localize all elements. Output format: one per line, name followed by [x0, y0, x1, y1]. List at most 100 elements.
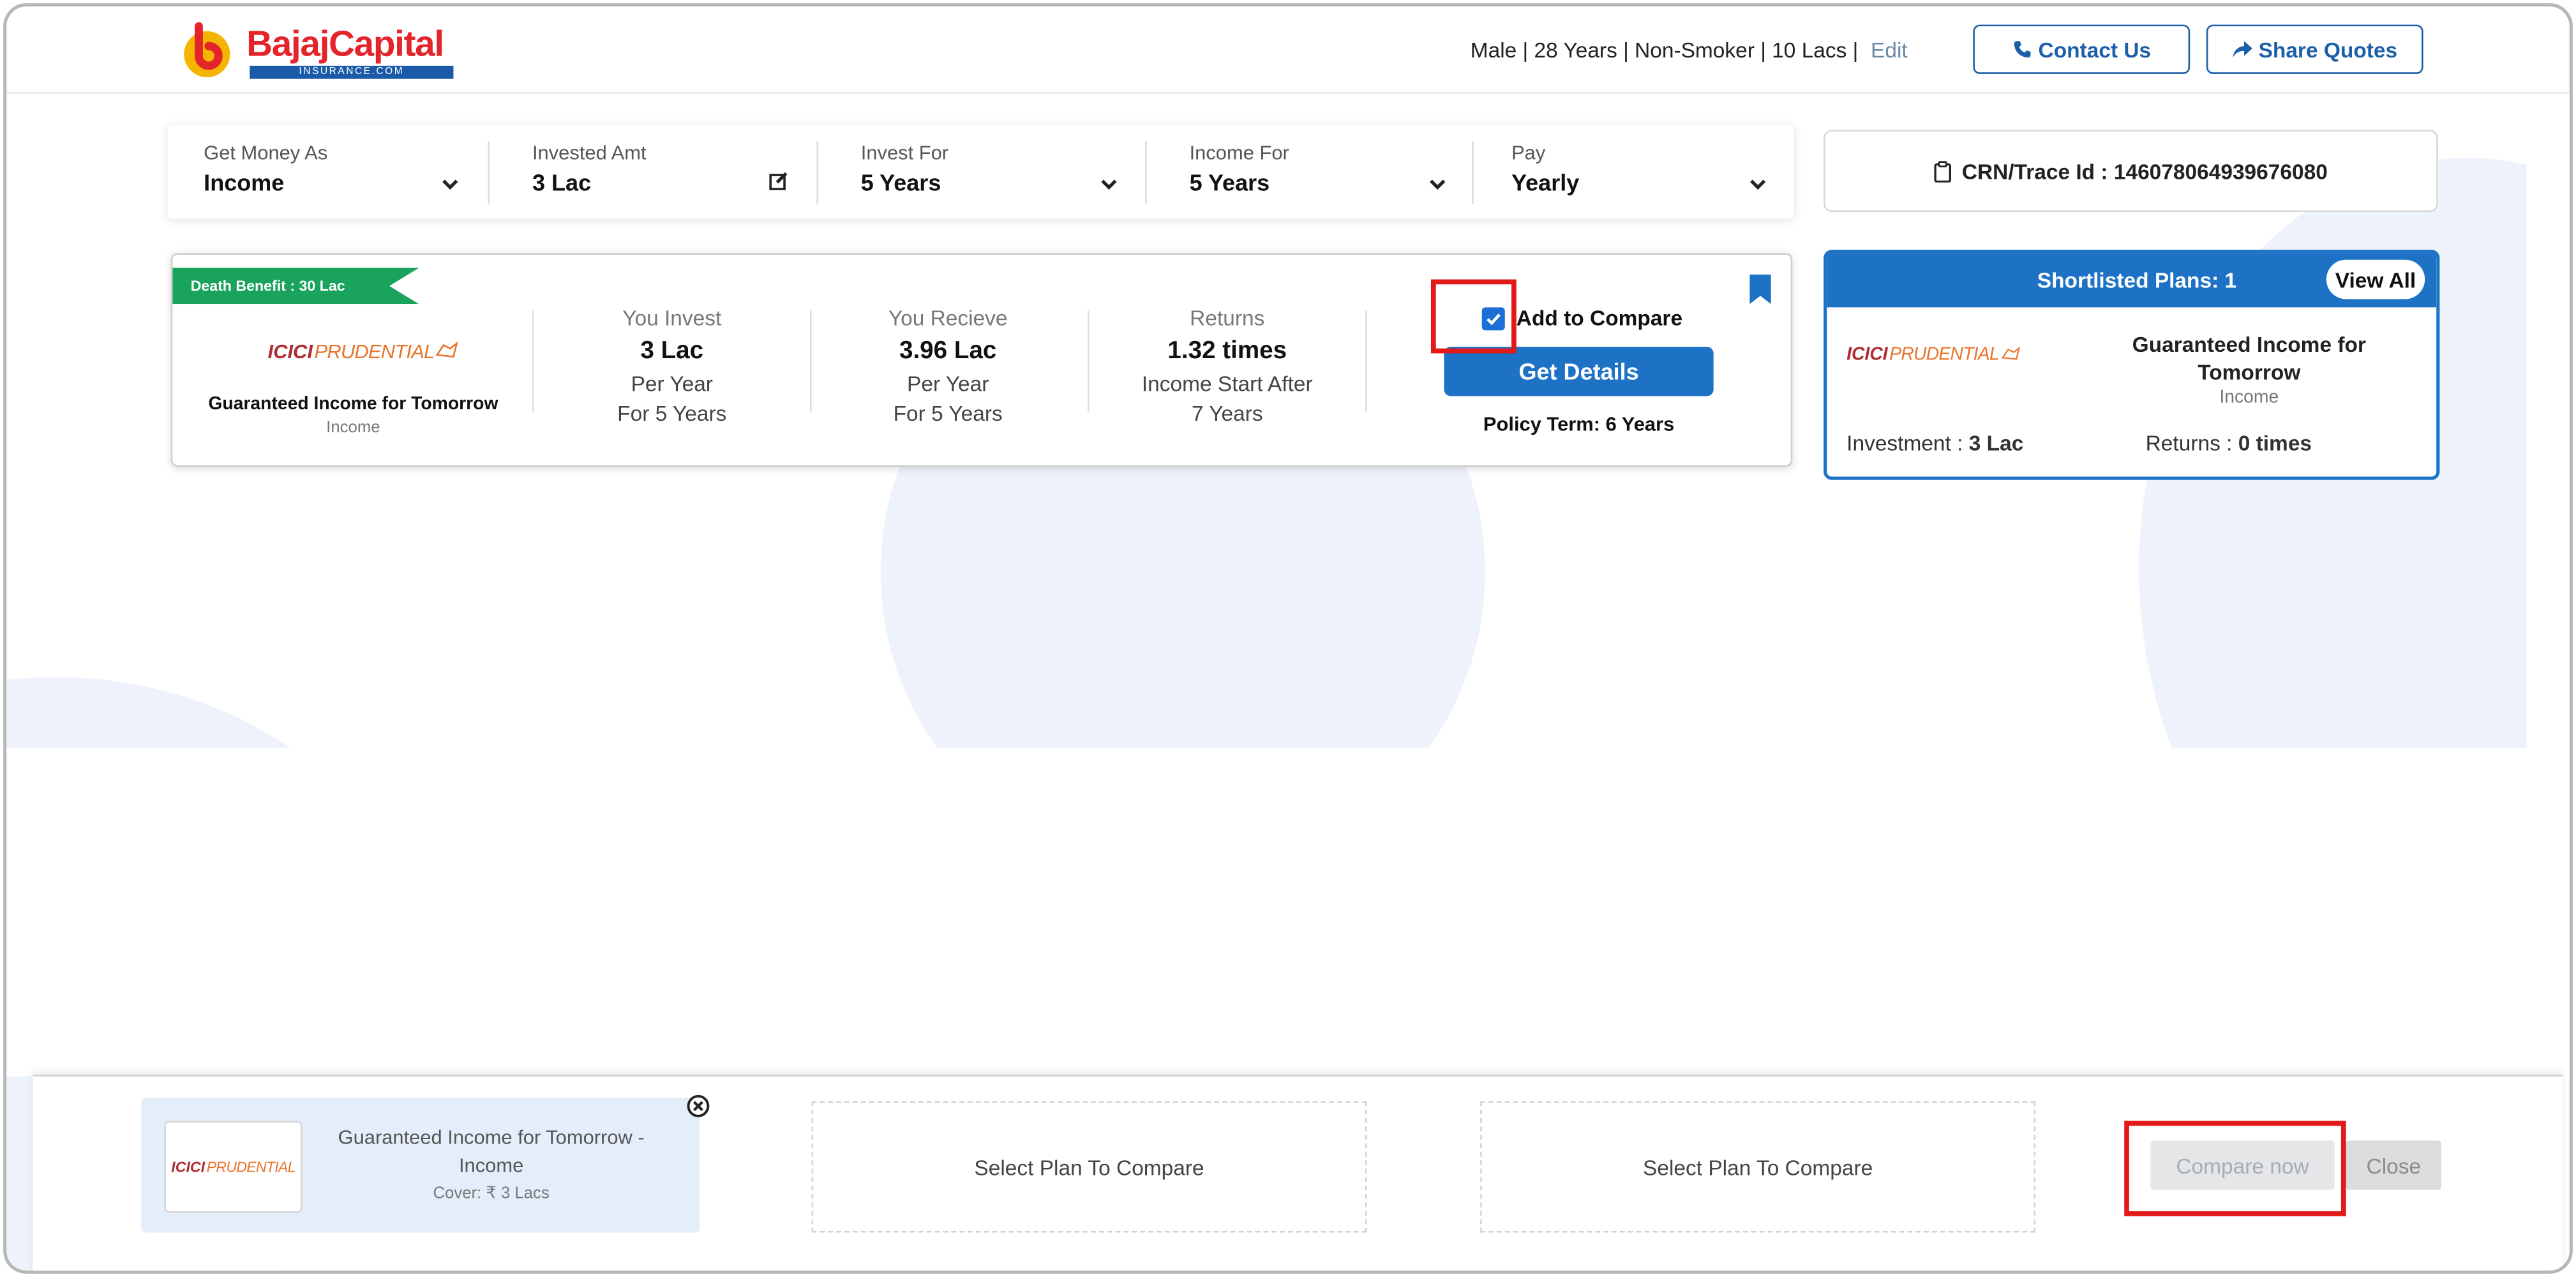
shortlisted-plan-name-line2: Tomorrow [2198, 359, 2301, 385]
insurer-logo-part-2: PRUDENTIAL [314, 340, 435, 363]
contact-us-label: Contact Us [2038, 36, 2152, 62]
share-icon [2232, 40, 2252, 57]
bookmark-icon[interactable] [1749, 274, 1771, 305]
filter-income-for[interactable]: Income For 5 Years [1190, 141, 1456, 204]
crn-trace-id: CRN/Trace Id : 146078064939676080 [1823, 130, 2438, 213]
shortlisted-plan-name[interactable]: Guaranteed Income for Tomorrow [2116, 330, 2382, 386]
shortlisted-title: Shortlisted Plans: 1 [2037, 268, 2237, 293]
bg-mask [6, 748, 2570, 1077]
top-header: BajajCapital INSURANCE.COM Male | 28 Yea… [6, 6, 2570, 94]
insurer-logo-part-2: PRUDENTIAL [1889, 345, 1999, 365]
filter-label: Invest For [860, 141, 949, 165]
filter-value: 5 Years [1189, 169, 1270, 196]
filter-get-money-as[interactable]: Get Money As Income [204, 141, 467, 204]
you-receive-frequency: Per Year [907, 371, 989, 397]
you-invest-value: 3 Lac [640, 336, 704, 365]
card-divider [532, 310, 534, 413]
browser-frame: BajajCapital INSURANCE.COM Male | 28 Yea… [3, 3, 2573, 1274]
filter-label: Invested Amt [532, 141, 647, 165]
bg-mask-right [2526, 92, 2570, 1078]
card-divider [1365, 310, 1367, 413]
chevron-down-icon [442, 179, 458, 190]
returns-label: Returns : [2145, 430, 2238, 455]
close-compare-button[interactable]: Close [2346, 1140, 2441, 1190]
filter-divider [816, 141, 818, 204]
insurer-logo: ICICI PRUDENTIAL [171, 1158, 296, 1175]
death-benefit-ribbon: Death Benefit : 30 Lac [172, 268, 419, 305]
filter-invest-for[interactable]: Invest For 5 Years [861, 141, 1127, 204]
returns-value: 1.32 times [1167, 336, 1287, 365]
filter-pay[interactable]: Pay Yearly [1511, 141, 1778, 204]
you-invest-duration: For 5 Years [617, 401, 727, 426]
phone-icon [2013, 41, 2030, 58]
you-receive-duration: For 5 Years [893, 401, 1003, 426]
edit-icon[interactable] [769, 171, 789, 191]
compare-slot-title-line2: Income [458, 1153, 524, 1177]
you-invest-column: You Invest 3 Lac Per Year For 5 Years [550, 304, 793, 429]
highlight-compare-now [2124, 1121, 2346, 1216]
chevron-down-icon [1101, 179, 1117, 190]
get-details-button[interactable]: Get Details [1444, 347, 1714, 397]
investment-value: 3 Lac [1968, 430, 2024, 455]
you-receive-column: You Recieve 3.96 Lac Per Year For 5 Year… [827, 304, 1070, 429]
chevron-down-icon [1430, 179, 1446, 190]
card-divider [1087, 310, 1090, 413]
share-quotes-button[interactable]: Share Quotes [2206, 24, 2423, 74]
bajaj-logo-icon[interactable] [177, 20, 237, 79]
shortlisted-plans-panel: Shortlisted Plans: 1 View All ICICI PRUD… [1823, 250, 2440, 480]
view-all-button[interactable]: View All [2326, 259, 2425, 299]
returns-label: Returns [1190, 305, 1265, 331]
plan-name[interactable]: Guaranteed Income for Tomorrow [172, 395, 534, 414]
insurer-logo-part-1: ICICI [1846, 345, 1888, 365]
contact-us-button[interactable]: Contact Us [1973, 24, 2190, 74]
filter-invested-amount[interactable]: Invested Amt 3 Lac [532, 141, 795, 204]
insurer-logo-part-2: PRUDENTIAL [206, 1158, 296, 1175]
plan-type: Income [326, 419, 380, 437]
filter-divider [488, 141, 490, 204]
filter-label: Income For [1189, 141, 1289, 165]
add-to-compare-label[interactable]: Add to Compare [1516, 306, 1682, 331]
highlight-add-to-compare [1430, 279, 1516, 354]
filter-value: Income [204, 169, 285, 196]
share-quotes-label: Share Quotes [2258, 36, 2398, 62]
filter-value: Yearly [1511, 169, 1580, 196]
plan-card: Death Benefit : 30 Lac ICICI PRUDENTIAL … [170, 253, 1793, 467]
compare-slot-logo: ICICI PRUDENTIAL [164, 1121, 303, 1213]
filter-bar: Get Money As Income Invested Amt 3 Lac I… [167, 125, 1794, 219]
compare-slot-3[interactable]: Select Plan To Compare [1480, 1101, 2036, 1233]
you-receive-value: 3.96 Lac [899, 336, 997, 365]
filter-value: 3 Lac [532, 169, 592, 196]
brand-name[interactable]: BajajCapital [246, 23, 444, 66]
returns-column: Returns 1.32 times Income Start After 7 … [1102, 304, 1352, 429]
investment-label: Investment : [1846, 430, 1969, 455]
returns-value: 0 times [2238, 430, 2312, 455]
brand-subtitle: INSURANCE.COM [250, 65, 454, 79]
insurer-logo: ICICI PRUDENTIAL [1846, 345, 2020, 365]
filter-divider [1145, 141, 1147, 204]
clipboard-icon [1934, 160, 1952, 182]
filter-label: Get Money As [204, 141, 328, 165]
insurer-logo: ICICI PRUDENTIAL [268, 340, 460, 363]
compare-slot-title: Guaranteed Income for Tomorrow - Income [315, 1124, 667, 1181]
compare-slot-title-line1: Guaranteed Income for Tomorrow - [338, 1126, 645, 1149]
page: BajajCapital INSURANCE.COM Male | 28 Yea… [0, 0, 2576, 1277]
filter-label: Pay [1511, 141, 1546, 165]
remove-plan-icon[interactable] [687, 1094, 710, 1117]
insurer-logo-part-1: ICICI [267, 340, 313, 363]
compare-slot-2[interactable]: Select Plan To Compare [811, 1101, 1367, 1233]
shortlisted-plan-type: Income [2219, 388, 2279, 408]
card-divider [809, 310, 812, 413]
lion-emblem-icon [436, 342, 459, 358]
you-invest-label: You Invest [622, 305, 722, 331]
lion-emblem-icon [2001, 347, 2020, 360]
insurer-logo-part-1: ICICI [171, 1158, 206, 1175]
income-start-label: Income Start After [1141, 371, 1313, 397]
chevron-down-icon [1750, 179, 1766, 190]
shortlisted-plan-name-line1: Guaranteed Income for [2132, 331, 2366, 357]
profile-summary: Male | 28 Years | Non-Smoker | 10 Lacs |… [1471, 38, 1908, 63]
crn-text: CRN/Trace Id : 146078064939676080 [1961, 158, 2328, 184]
shortlisted-returns: Returns : 0 times [2146, 430, 2312, 455]
filter-divider [1472, 141, 1474, 204]
edit-profile-link[interactable]: Edit [1871, 38, 1908, 63]
income-start-years: 7 Years [1191, 401, 1263, 426]
